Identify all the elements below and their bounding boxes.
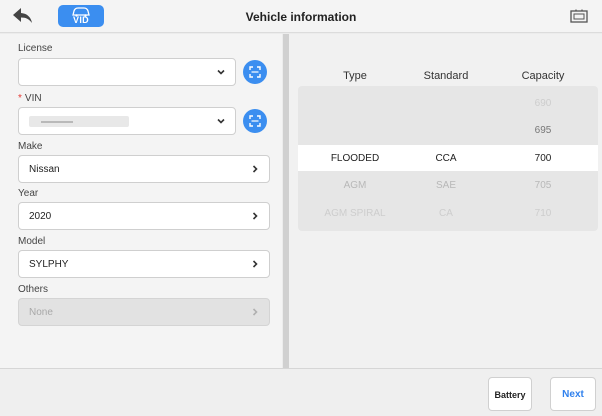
others-value: None: [29, 307, 53, 318]
cell-type: AGM SPIRAL: [324, 208, 386, 219]
chevron-right-icon: [252, 260, 258, 268]
table-row[interactable]: AGM SAE 705: [298, 174, 598, 196]
cell-capacity: 690: [534, 98, 552, 109]
cell-standard: SAE: [435, 180, 456, 191]
battery-location-button[interactable]: Batterylocation: [488, 377, 532, 411]
chevron-right-icon: [252, 165, 258, 173]
column-header-capacity: Capacity: [521, 70, 565, 82]
year-label: Year: [18, 188, 39, 199]
license-scan-button[interactable]: [243, 60, 267, 84]
battery-location-label: Battery location: [489, 378, 531, 416]
make-value: Nissan: [29, 164, 60, 175]
table-row[interactable]: AGM SPIRAL CA 710: [298, 202, 598, 224]
vin-dropdown[interactable]: [18, 107, 236, 135]
vci-connection-icon[interactable]: [570, 9, 588, 23]
cell-capacity: 705: [534, 180, 552, 191]
model-label: Model: [18, 236, 46, 247]
vin-label: * VIN: [18, 93, 42, 104]
chevron-down-icon: [217, 69, 225, 75]
cell-type: AGM: [343, 180, 367, 191]
column-header-type: Type: [343, 70, 367, 82]
required-marker: *: [18, 93, 22, 104]
table-row[interactable]: 690: [298, 92, 598, 114]
battery-location-line1: Battery: [494, 390, 526, 400]
vin-scan-button[interactable]: [243, 109, 267, 133]
others-label: Others: [18, 284, 49, 295]
year-field[interactable]: 2020: [18, 202, 270, 230]
others-field: None: [18, 298, 270, 326]
table-row-selected[interactable]: FLOODED CCA 700: [298, 145, 598, 171]
make-field[interactable]: Nissan: [18, 155, 270, 183]
chevron-right-icon: [252, 308, 258, 316]
next-button[interactable]: Next: [550, 377, 596, 411]
scan-icon: [249, 115, 261, 127]
column-header-standard: Standard: [423, 70, 469, 82]
battery-location-line2: location: [489, 412, 531, 416]
license-label: License: [18, 43, 53, 54]
year-value: 2020: [29, 211, 52, 222]
model-value: SYLPHY: [29, 259, 69, 270]
cell-capacity: 710: [534, 208, 552, 219]
bottom-bar: Battery location Next: [0, 368, 602, 416]
cell-standard: CCA: [435, 153, 457, 164]
make-label: Make: [18, 141, 43, 152]
chevron-right-icon: [252, 212, 258, 220]
cell-standard: CA: [439, 208, 453, 219]
top-bar: VID Vehicle information: [0, 0, 602, 33]
vin-masked-value: [29, 116, 129, 127]
page-title: Vehicle information: [245, 10, 357, 24]
vin-label-text: VIN: [24, 93, 42, 104]
table-row[interactable]: 695: [298, 119, 598, 141]
next-label: Next: [562, 389, 584, 400]
license-dropdown[interactable]: [18, 58, 236, 86]
cell-capacity: 695: [534, 125, 552, 136]
chevron-down-icon: [217, 118, 225, 124]
scan-icon: [249, 66, 261, 78]
battery-picker-list[interactable]: 690 695 FLOODED CCA 700 AGM SAE 705 AGM …: [298, 86, 598, 231]
cell-type: FLOODED: [330, 153, 380, 164]
cell-capacity: 700: [534, 153, 552, 164]
model-field[interactable]: SYLPHY: [18, 250, 270, 278]
